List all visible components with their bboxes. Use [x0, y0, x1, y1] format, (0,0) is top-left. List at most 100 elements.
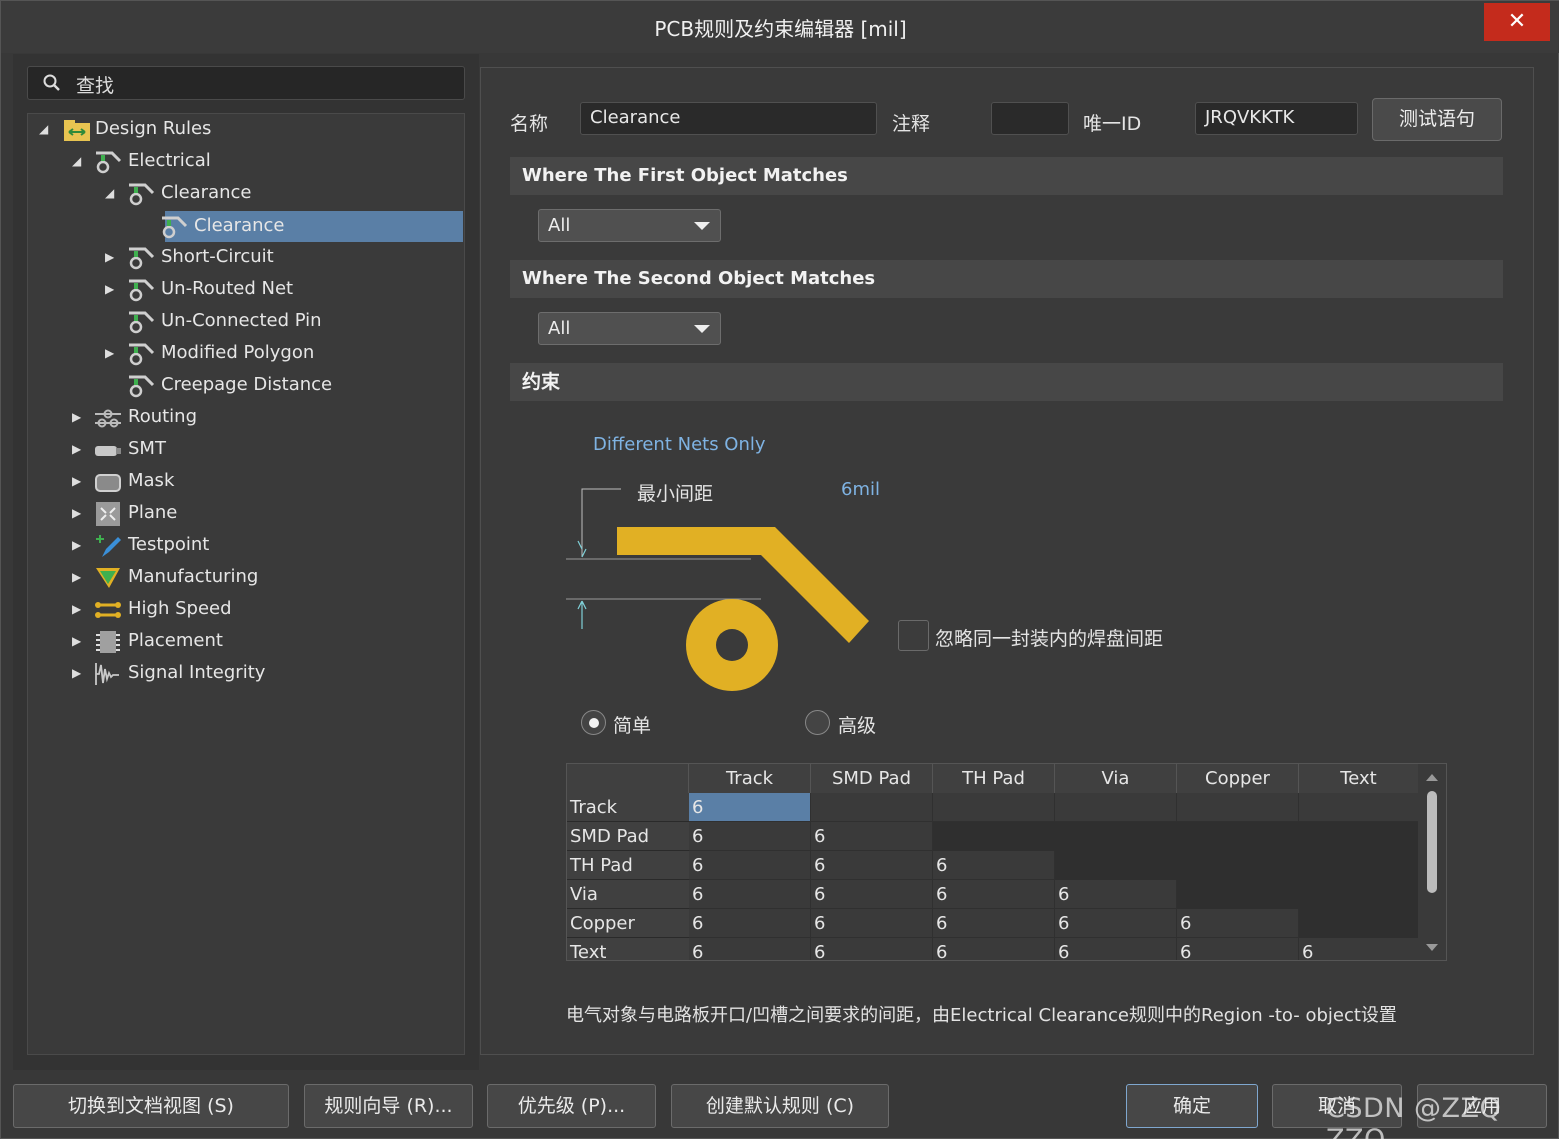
matrix-cell[interactable]: 6 [811, 909, 933, 938]
matrix-cell[interactable]: 6 [689, 938, 811, 960]
matrix-cell[interactable]: 6 [689, 822, 811, 851]
collapse-arrow-icon[interactable]: ◢ [39, 114, 51, 144]
matrix-row-header: SMD Pad [567, 822, 689, 851]
matrix-cell[interactable]: 6 [689, 909, 811, 938]
search-box[interactable]: 查找 [27, 66, 465, 100]
tree-item-design-rules[interactable]: ◢ Design Rules [37, 114, 457, 144]
tree-item-short-circuit[interactable]: ▶ Short-Circuit [103, 242, 463, 272]
tree-item-label: SMT [128, 438, 166, 459]
rule-description: 电气对象与电路板开口/凹槽之间要求的间距，由Electrical Clearan… [566, 1005, 1397, 1026]
matrix-column-header: Copper [1177, 764, 1299, 793]
matrix-scrollbar[interactable] [1418, 764, 1446, 960]
expand-arrow-icon[interactable]: ▶ [105, 274, 117, 304]
matrix-cell-empty [1177, 793, 1299, 822]
matrix-cell[interactable]: 6 [933, 938, 1055, 960]
tree-item-high-speed[interactable]: ▶ High Speed [70, 594, 460, 624]
title-bar: PCB规则及约束编辑器 [mil] ✕ [1, 1, 1559, 53]
create-default-rules-button[interactable]: 创建默认规则 (C) [671, 1084, 889, 1128]
matrix-cell[interactable]: 6 [811, 938, 933, 960]
matrix-row-header: Copper [567, 909, 689, 938]
expand-arrow-icon[interactable]: ▶ [105, 338, 117, 368]
unique-id-input[interactable]: JRQVKKTK [1195, 102, 1358, 135]
priorities-button[interactable]: 优先级 (P)... [487, 1084, 656, 1128]
test-query-button[interactable]: 测试语句 [1372, 98, 1502, 141]
second-match-dropdown[interactable]: All [538, 312, 721, 345]
chevron-down-icon [694, 222, 710, 230]
electrical-rule-icon [129, 279, 155, 302]
matrix-cell[interactable]: 6 [689, 851, 811, 880]
tree-item-routing[interactable]: ▶ Routing [70, 402, 460, 432]
tree-item-creepage-distance[interactable]: Creepage Distance [103, 370, 463, 400]
matrix-cell-empty [1299, 793, 1419, 822]
expand-arrow-icon[interactable]: ▶ [72, 562, 84, 592]
matrix-cell[interactable]: 6 [811, 851, 933, 880]
matrix-cell[interactable]: 6 [1055, 880, 1177, 909]
high-speed-icon [95, 602, 121, 618]
min-clearance-value[interactable]: 6mil [841, 479, 880, 500]
expand-arrow-icon[interactable]: ▶ [72, 434, 84, 464]
tree-item-label: Testpoint [128, 534, 210, 555]
switch-document-view-button[interactable]: 切换到文档视图 (S) [13, 1084, 289, 1128]
clearance-rule-icon [129, 183, 155, 206]
matrix-cell[interactable]: 6 [1299, 938, 1419, 960]
tree-item-clearance-rule[interactable]: Clearance [136, 211, 463, 241]
tree-item-testpoint[interactable]: ▶ Testpoint [70, 530, 460, 560]
tree-item-placement[interactable]: ▶ Placement [70, 626, 460, 656]
tree-item-signal-integrity[interactable]: ▶ Signal Integrity [70, 658, 460, 688]
scroll-down-icon[interactable] [1426, 944, 1438, 951]
matrix-cell[interactable]: 6 [1055, 909, 1177, 938]
tree-item-unconnected-pin[interactable]: Un-Connected Pin [103, 306, 463, 336]
unique-id-label: 唯一ID [1083, 113, 1142, 135]
tree-item-unrouted-net[interactable]: ▶ Un-Routed Net [103, 274, 463, 304]
matrix-cell[interactable]: 6 [1055, 938, 1177, 960]
matrix-cell-empty [1055, 793, 1177, 822]
electrical-rule-icon [96, 151, 122, 174]
tree-item-manufacturing[interactable]: ▶ Manufacturing [70, 562, 460, 592]
matrix-row-header: Via [567, 880, 689, 909]
matrix-cell[interactable]: 6 [933, 909, 1055, 938]
clearance-diagram [566, 488, 869, 691]
constraints-header: 约束 [510, 363, 1503, 401]
scroll-up-icon[interactable] [1426, 774, 1438, 781]
mode-advanced-label: 高级 [838, 715, 877, 737]
nets-scope-link[interactable]: Different Nets Only [593, 434, 766, 455]
ok-button[interactable]: 确定 [1126, 1084, 1258, 1128]
search-icon [43, 74, 60, 91]
search-input[interactable]: 查找 [76, 71, 114, 98]
matrix-cell[interactable]: 6 [811, 880, 933, 909]
tree-item-label: Modified Polygon [161, 342, 315, 363]
expand-arrow-icon[interactable]: ▶ [72, 626, 84, 656]
matrix-cell[interactable]: 6 [811, 822, 933, 851]
close-button[interactable]: ✕ [1484, 3, 1550, 41]
collapse-arrow-icon[interactable]: ◢ [72, 146, 84, 176]
mode-simple-radio[interactable] [581, 710, 606, 735]
expand-arrow-icon[interactable]: ▶ [105, 242, 117, 272]
tree-item-smt[interactable]: ▶ SMT [70, 434, 460, 464]
tree-item-clearance-group[interactable]: ◢ Clearance [103, 178, 463, 208]
expand-arrow-icon[interactable]: ▶ [72, 594, 84, 624]
tree-item-mask[interactable]: ▶ Mask [70, 466, 460, 496]
matrix-void [933, 822, 1419, 851]
matrix-cell[interactable]: 6 [689, 793, 811, 822]
expand-arrow-icon[interactable]: ▶ [72, 530, 84, 560]
comment-input[interactable] [991, 102, 1069, 135]
rule-name-input[interactable]: Clearance [580, 102, 877, 135]
expand-arrow-icon[interactable]: ▶ [72, 402, 84, 432]
scroll-thumb[interactable] [1427, 791, 1437, 893]
matrix-cell[interactable]: 6 [933, 851, 1055, 880]
matrix-cell[interactable]: 6 [689, 880, 811, 909]
expand-arrow-icon[interactable]: ▶ [72, 498, 84, 528]
tree-item-plane[interactable]: ▶ Plane [70, 498, 460, 528]
matrix-cell[interactable]: 6 [933, 880, 1055, 909]
matrix-cell[interactable]: 6 [1177, 938, 1299, 960]
collapse-arrow-icon[interactable]: ◢ [105, 178, 117, 208]
expand-arrow-icon[interactable]: ▶ [72, 466, 84, 496]
matrix-cell[interactable]: 6 [1177, 909, 1299, 938]
tree-item-electrical[interactable]: ◢ Electrical [70, 146, 460, 176]
rule-wizard-button[interactable]: 规则向导 (R)... [304, 1084, 473, 1128]
ignore-pads-checkbox[interactable] [898, 620, 929, 651]
expand-arrow-icon[interactable]: ▶ [72, 658, 84, 688]
first-match-dropdown[interactable]: All [538, 209, 721, 242]
tree-item-modified-polygon[interactable]: ▶ Modified Polygon [103, 338, 463, 368]
mode-advanced-radio[interactable] [805, 710, 830, 735]
